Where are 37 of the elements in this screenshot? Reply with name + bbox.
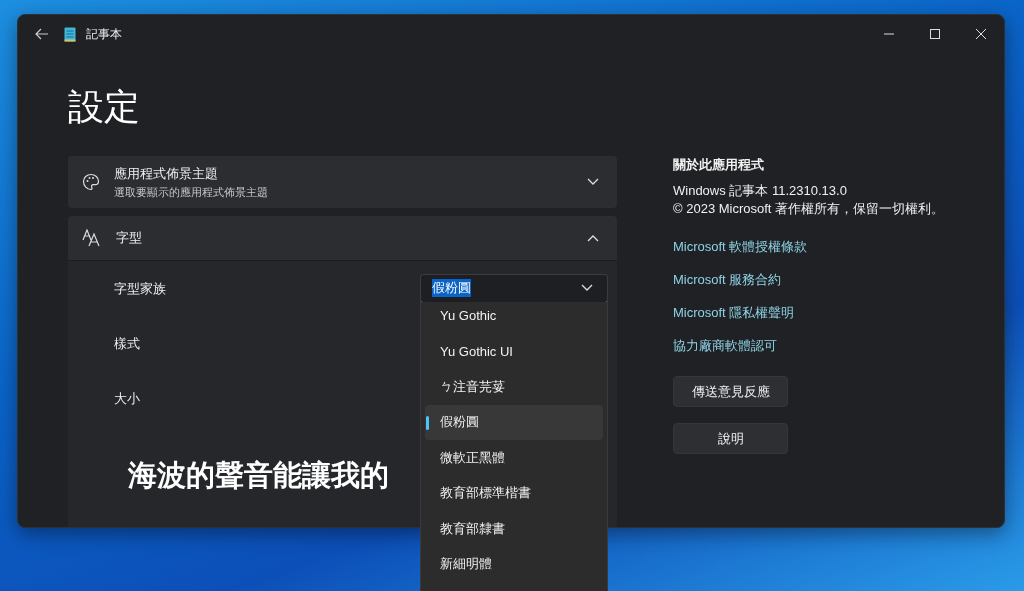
minimize-icon: [884, 33, 894, 35]
font-option[interactable]: 教育部標準楷書: [425, 475, 603, 511]
chevron-icon: [581, 284, 593, 292]
setting-label: 大小: [114, 389, 140, 408]
copyright-text: © 2023 Microsoft 著作權所有，保留一切權利。: [673, 200, 946, 218]
notepad-icon: [64, 26, 76, 42]
font-family-dropdown[interactable]: 假粉圓: [420, 273, 608, 304]
font-option[interactable]: ㄅ注音芫荽: [425, 369, 603, 405]
font-option[interactable]: 微軟正黑體: [425, 440, 603, 476]
link[interactable]: 協力廠商軟體認可: [673, 337, 777, 354]
font-option[interactable]: 新細明體: [425, 546, 603, 582]
selection-indicator: [426, 415, 429, 430]
card-title: 應用程式佈景主題: [114, 164, 219, 183]
close-icon: [976, 29, 986, 39]
page-title: 設定: [68, 87, 140, 127]
card-title: 字型: [116, 229, 143, 247]
setting-label: 字型家族: [114, 279, 166, 298]
link[interactable]: Microsoft 軟體授權條款: [673, 238, 808, 255]
font-option[interactable]: 教育部隸書: [425, 511, 603, 547]
back-arrow-icon: [35, 28, 49, 40]
version-text: Windows 記事本 11.2310.13.0: [673, 182, 848, 200]
font-preview-text: 海波的聲音能讓我的: [128, 459, 389, 491]
maximize-icon: [930, 29, 940, 39]
link[interactable]: Microsoft 隱私權聲明: [673, 304, 795, 321]
setting-label: 樣式: [114, 334, 140, 353]
font-option[interactable]: 假粉圓: [425, 404, 603, 440]
card-subtitle: 選取要顯示的應用程式佈景主題: [114, 184, 269, 200]
feedback-button[interactable]: 傳送意見反應: [673, 376, 788, 407]
help-button[interactable]: 說明: [673, 423, 788, 454]
font-icon: [82, 229, 102, 247]
window-title: 記事本: [86, 25, 122, 43]
font-option[interactable]: Yu Gothic UI: [425, 333, 603, 369]
selected-text: 假粉圓: [432, 279, 471, 297]
font-option[interactable]: Yu Gothic: [425, 302, 603, 334]
link[interactable]: Microsoft 服務合約: [673, 271, 782, 288]
palette-icon: [82, 173, 100, 191]
section-heading: 關於此應用程式: [673, 156, 765, 174]
